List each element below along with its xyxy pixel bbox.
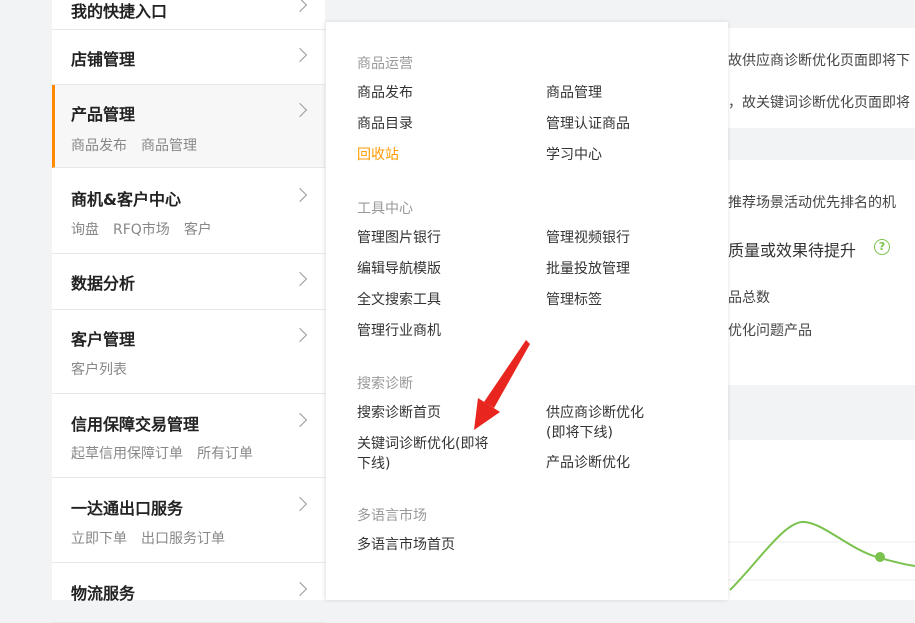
- link-product-publish[interactable]: 商品发布: [357, 83, 413, 103]
- sidebar-item-title: 产品管理: [71, 105, 136, 124]
- sidebar-sub-link[interactable]: 立即下单: [71, 531, 127, 547]
- sidebar-sub-link[interactable]: 询盘: [71, 222, 99, 238]
- link-product-catalog[interactable]: 商品目录: [357, 114, 413, 134]
- diagnosis-text-1: 推荐场景活动优先排名的机: [728, 195, 896, 211]
- sidebar-sub-link[interactable]: RFQ市场: [113, 222, 170, 238]
- group-title-product-ops: 商品运营: [357, 56, 413, 72]
- link-batch-placement[interactable]: 批量投放管理: [546, 259, 630, 279]
- sidebar-sub-links: 商品发布 商品管理: [71, 135, 211, 155]
- link-image-bank[interactable]: 管理图片银行: [357, 228, 441, 248]
- sidebar-sub-link[interactable]: 客户列表: [71, 362, 127, 378]
- link-video-bank[interactable]: 管理视频银行: [546, 228, 630, 248]
- sidebar-sub-link[interactable]: 出口服务订单: [141, 531, 225, 547]
- sidebar-item-title: 一达通出口服务: [71, 499, 184, 518]
- sidebar-sub-links: 起草信用保障订单 所有订单: [71, 443, 267, 463]
- chevron-right-icon: [292, 412, 308, 428]
- chart-point[interactable]: [875, 552, 885, 562]
- main-content-background: 故供应商诊断优化页面即将下 ，故关键词诊断优化页面即将 推荐场景活动优先排名的机…: [700, 0, 915, 600]
- sidebar-item-store[interactable]: 店铺管理: [52, 30, 325, 85]
- sidebar-sub-link[interactable]: 商品管理: [141, 138, 197, 154]
- chevron-right-icon: [292, 496, 308, 512]
- sidebar-sub-links: 询盘 RFQ市场 客户: [71, 219, 226, 239]
- sidebar-item-products[interactable]: 产品管理 商品发布 商品管理: [52, 85, 325, 168]
- sidebar-sub-link[interactable]: 起草信用保障订单: [71, 446, 183, 462]
- link-supplier-diagnosis[interactable]: 供应商诊断优化 (即将下线): [546, 403, 644, 443]
- link-multilingual-home[interactable]: 多语言市场首页: [357, 535, 455, 555]
- link-keyword-diagnosis[interactable]: 关键词诊断优化(即将 下线): [357, 434, 488, 474]
- link-product-diagnosis[interactable]: 产品诊断优化: [546, 453, 630, 473]
- sidebar-item-analytics[interactable]: 数据分析: [52, 254, 325, 310]
- notice-card: 故供应商诊断优化页面即将下 ，故关键词诊断优化页面即将: [700, 28, 915, 128]
- chevron-right-icon: [292, 271, 308, 287]
- link-search-diagnosis-home[interactable]: 搜索诊断首页: [357, 403, 441, 423]
- sidebar-sub-link[interactable]: 客户: [184, 222, 212, 238]
- link-learning-center[interactable]: 学习中心: [546, 145, 602, 165]
- chevron-right-icon: [292, 327, 308, 343]
- help-icon[interactable]: ?: [874, 239, 890, 255]
- chevron-right-icon: [292, 0, 308, 13]
- group-title-search-diagnosis: 搜索诊断: [357, 376, 413, 392]
- sidebar-item-title: 数据分析: [71, 274, 136, 293]
- link-certified-products[interactable]: 管理认证商品: [546, 114, 630, 134]
- group-title-tools: 工具中心: [357, 201, 413, 217]
- sidebar-item-export-service[interactable]: 一达通出口服务 立即下单 出口服务订单: [52, 478, 325, 563]
- sidebar-item-logistics[interactable]: 物流服务: [52, 563, 325, 623]
- sidebar-item-trade-assurance[interactable]: 信用保障交易管理 起草信用保障订单 所有订单: [52, 394, 325, 478]
- sidebar-item-title: 店铺管理: [71, 50, 136, 69]
- sidebar-sub-link[interactable]: 所有订单: [197, 446, 253, 462]
- sidebar-sub-link[interactable]: 商品发布: [71, 138, 127, 154]
- sidebar-menu: 我的快捷入口 店铺管理 产品管理 商品发布 商品管理 商机&客户中心 询盘 RFQ市…: [52, 0, 325, 623]
- notice-text-2: ，故关键词诊断优化页面即将: [728, 95, 910, 111]
- sidebar-item-title: 客户管理: [71, 330, 136, 349]
- link-recycle-bin[interactable]: 回收站: [357, 145, 399, 165]
- trend-chart: [700, 520, 915, 591]
- chevron-right-icon: [292, 187, 308, 203]
- chevron-right-icon: [292, 581, 308, 597]
- sidebar-item-title: 我的快捷入口: [71, 2, 168, 21]
- product-management-flyout: 商品运营 商品发布 商品管理 商品目录 管理认证商品 回收站 学习中心 工具中心…: [325, 22, 728, 600]
- diagnosis-text-4: 优化问题产品: [728, 323, 812, 339]
- chevron-right-icon: [292, 47, 308, 63]
- sidebar-item-customers[interactable]: 客户管理 客户列表: [52, 310, 325, 394]
- link-fulltext-search[interactable]: 全文搜索工具: [357, 290, 441, 310]
- sidebar-sub-links: 立即下单 出口服务订单: [71, 528, 239, 548]
- notice-text-1: 故供应商诊断优化页面即将下: [728, 53, 910, 69]
- link-product-manage[interactable]: 商品管理: [546, 83, 602, 103]
- link-manage-tags[interactable]: 管理标签: [546, 290, 602, 310]
- sidebar-item-title: 商机&客户中心: [71, 190, 181, 209]
- annotation-arrow-icon: [474, 340, 530, 430]
- chevron-right-icon: [292, 102, 308, 118]
- diagnosis-text-2: 质量或效果待提升: [728, 241, 857, 260]
- diagnosis-text-3: 品总数: [728, 290, 770, 306]
- sidebar-item-opportunities[interactable]: 商机&客户中心 询盘 RFQ市场 客户: [52, 168, 325, 254]
- link-nav-template[interactable]: 编辑导航模版: [357, 259, 441, 279]
- group-title-multilingual: 多语言市场: [357, 508, 427, 524]
- diagnosis-card: 推荐场景活动优先排名的机 质量或效果待提升 ? 品总数 优化问题产品: [700, 160, 915, 385]
- sidebar-item-shortcuts[interactable]: 我的快捷入口: [52, 0, 325, 30]
- sidebar-sub-links: 客户列表: [71, 359, 141, 379]
- chart-card: [700, 440, 915, 600]
- sidebar-item-title: 物流服务: [71, 584, 136, 603]
- link-industry-opportunities[interactable]: 管理行业商机: [357, 321, 441, 341]
- sidebar-item-title: 信用保障交易管理: [71, 415, 200, 434]
